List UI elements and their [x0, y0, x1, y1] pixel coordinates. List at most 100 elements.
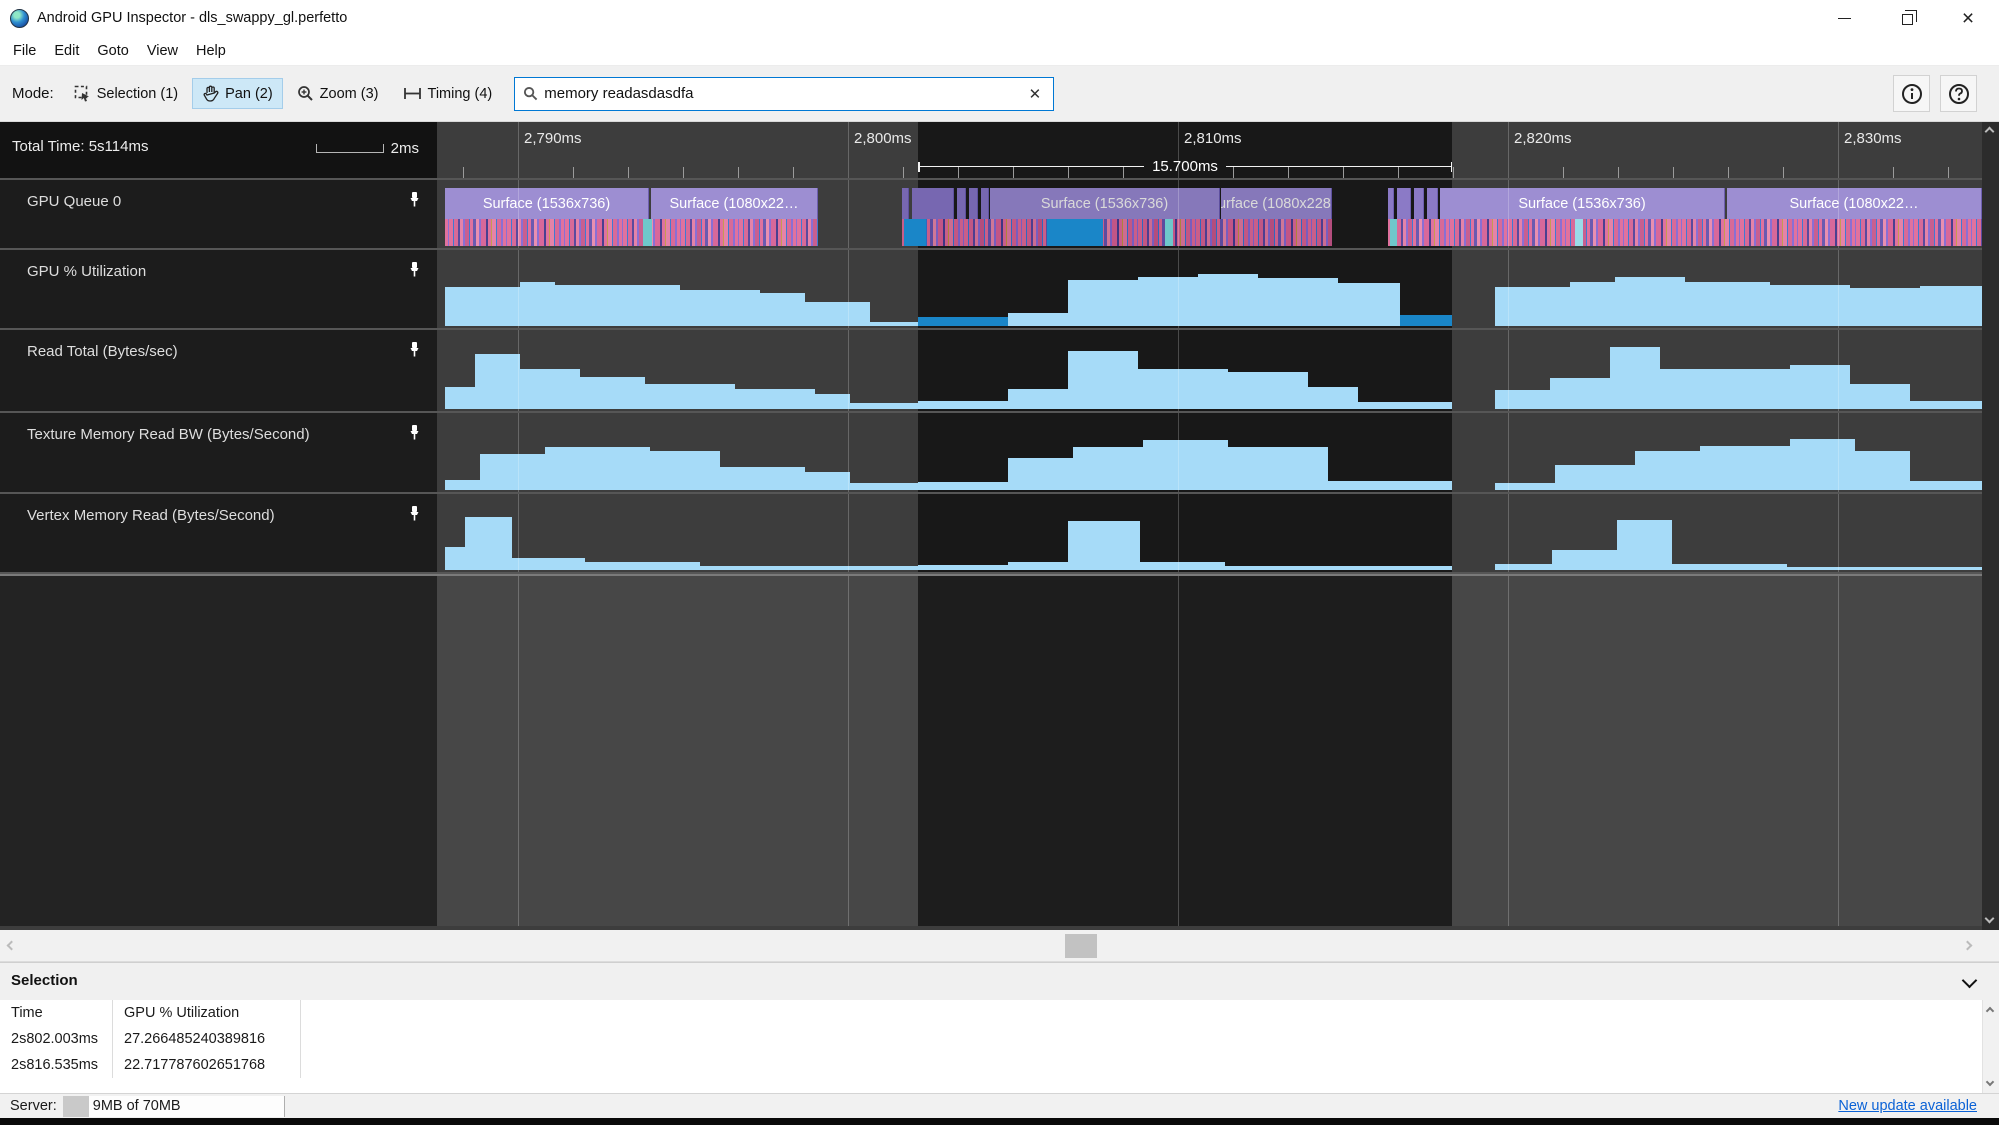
track-plot[interactable] — [437, 250, 1982, 328]
chart-segment[interactable] — [1920, 286, 1982, 326]
info-button[interactable] — [1893, 75, 1930, 112]
chart-segment[interactable] — [918, 565, 1008, 570]
slice-patch[interactable] — [1165, 219, 1173, 246]
chart-segment[interactable] — [1850, 288, 1920, 326]
chart-segment[interactable] — [760, 293, 805, 326]
chart-segment[interactable] — [1495, 564, 1552, 570]
chart-segment[interactable] — [1555, 465, 1635, 490]
chart-segment[interactable] — [720, 467, 805, 490]
chart-segment[interactable] — [445, 547, 465, 570]
timeline-vertical-scrollbar[interactable] — [1982, 122, 1999, 930]
chart-segment[interactable] — [1225, 566, 1452, 570]
chart-segment[interactable] — [520, 369, 580, 409]
chart-segment[interactable] — [1068, 521, 1140, 570]
chart-segment[interactable] — [1850, 384, 1910, 409]
mode-button-timing[interactable]: Timing (4) — [393, 78, 503, 109]
chart-segment[interactable] — [1617, 520, 1672, 570]
chart-segment[interactable] — [850, 403, 918, 409]
chart-segment[interactable] — [465, 517, 512, 570]
menu-item-edit[interactable]: Edit — [45, 39, 88, 63]
update-link[interactable]: New update available — [1838, 1098, 1977, 1114]
chart-segment[interactable] — [1672, 564, 1787, 570]
track-plot[interactable]: Surface (1536x736) Surface (1080x22… Surfa… — [437, 180, 1982, 248]
chart-segment[interactable] — [1068, 280, 1138, 326]
menu-item-goto[interactable]: Goto — [88, 39, 137, 63]
chart-segment[interactable] — [545, 447, 650, 490]
restore-button[interactable] — [1875, 0, 1937, 36]
surface-slice[interactable] — [1388, 188, 1394, 219]
timeline-ruler[interactable]: 2,790ms 2,800ms 2,810ms 2,820ms 2,830ms 15.70… — [437, 122, 1982, 178]
scroll-up-icon[interactable] — [1984, 126, 1995, 137]
search-input[interactable] — [544, 85, 1025, 102]
menu-item-help[interactable]: Help — [187, 39, 235, 63]
pin-icon[interactable] — [407, 505, 422, 526]
mode-button-pan[interactable]: Pan (2) — [192, 78, 283, 109]
selection-panel-header[interactable]: Selection — [0, 962, 1999, 1000]
chart-segment[interactable] — [1790, 365, 1850, 409]
chart-segment[interactable] — [1008, 389, 1068, 409]
track-plot[interactable] — [437, 330, 1982, 411]
chart-segment[interactable] — [805, 302, 870, 326]
mode-button-zoom[interactable]: Zoom (3) — [287, 78, 389, 109]
track-plot[interactable] — [437, 413, 1982, 492]
chart-segment[interactable] — [918, 317, 1008, 326]
menu-item-file[interactable]: File — [4, 39, 45, 63]
chart-segment[interactable] — [520, 282, 555, 326]
chart-segment[interactable] — [1358, 402, 1452, 409]
scroll-right-icon[interactable] — [1962, 940, 1973, 951]
surface-slice[interactable] — [981, 188, 989, 219]
minimize-button[interactable] — [1813, 0, 1875, 36]
slice-patch[interactable] — [1575, 219, 1583, 246]
scroll-down-icon[interactable] — [1984, 913, 1995, 924]
chart-segment[interactable] — [1495, 390, 1550, 409]
help-button[interactable] — [1940, 75, 1977, 112]
surface-slice[interactable] — [957, 188, 966, 219]
chart-segment[interactable] — [918, 482, 1008, 490]
surface-slice[interactable] — [1397, 188, 1411, 219]
timeline-horizontal-scrollbar[interactable] — [0, 930, 1999, 962]
chart-segment[interactable] — [580, 377, 645, 409]
chart-segment[interactable] — [1328, 481, 1452, 490]
chart-segment[interactable] — [1660, 369, 1790, 409]
chart-segment[interactable] — [918, 401, 1008, 409]
close-button[interactable]: × — [1937, 0, 1999, 36]
chart-segment[interactable] — [650, 451, 720, 490]
slice-patch[interactable] — [643, 219, 652, 246]
chart-segment[interactable] — [1610, 347, 1660, 409]
chart-segment[interactable] — [1008, 562, 1068, 570]
timeline[interactable]: Total Time: 5s114ms 2ms 2,790ms 2,800ms 2,81… — [0, 122, 1982, 930]
gpu-slice-strip[interactable] — [902, 219, 1332, 246]
pin-icon[interactable] — [407, 191, 422, 212]
chart-segment[interactable] — [555, 285, 680, 326]
chart-segment[interactable] — [1552, 550, 1617, 570]
chart-segment[interactable] — [1198, 274, 1258, 326]
chart-segment[interactable] — [445, 387, 475, 409]
clear-search-icon[interactable]: ✕ — [1025, 83, 1046, 105]
surface-slice[interactable]: Surface (1080x2280) — [1221, 188, 1332, 219]
chart-segment[interactable] — [475, 354, 520, 409]
track-plot[interactable] — [437, 494, 1982, 572]
chart-segment[interactable] — [1138, 277, 1198, 326]
scroll-left-icon[interactable] — [6, 940, 17, 951]
surface-slice[interactable] — [1414, 188, 1424, 219]
chart-segment[interactable] — [680, 290, 760, 326]
table-row[interactable]: 2s816.535ms 22.717787602651768 — [0, 1052, 1982, 1078]
chart-segment[interactable] — [445, 287, 520, 326]
pin-icon[interactable] — [407, 424, 422, 445]
chart-segment[interactable] — [1685, 282, 1770, 326]
chart-segment[interactable] — [1495, 483, 1555, 490]
search-box[interactable]: ✕ — [514, 76, 1055, 111]
chart-segment[interactable] — [645, 384, 735, 409]
chart-segment[interactable] — [585, 562, 700, 570]
chart-segment[interactable] — [870, 322, 918, 326]
column-header-gpu-util[interactable]: GPU % Utilization — [113, 1000, 301, 1026]
chart-segment[interactable] — [1550, 378, 1610, 409]
chart-segment[interactable] — [480, 454, 545, 490]
chart-segment[interactable] — [1570, 282, 1615, 326]
chart-segment[interactable] — [1910, 401, 1982, 409]
column-header-time[interactable]: Time — [0, 1000, 113, 1026]
chart-segment[interactable] — [735, 389, 815, 409]
chart-segment[interactable] — [1258, 278, 1338, 326]
chart-segment[interactable] — [1615, 277, 1685, 326]
mode-button-selection[interactable]: Selection (1) — [64, 78, 188, 109]
